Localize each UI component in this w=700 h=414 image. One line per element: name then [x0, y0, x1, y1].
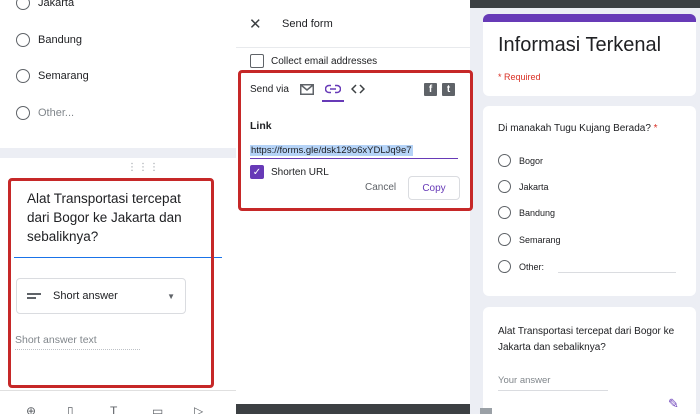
radio-icon: [16, 106, 30, 120]
required-note: * Required: [498, 72, 541, 82]
option-item[interactable]: Jakarta: [16, 0, 74, 10]
question-text: Di manakah Tugu Kujang Berada?: [498, 123, 651, 134]
radio-icon: [498, 180, 511, 193]
radio-option[interactable]: Semarang: [498, 233, 561, 246]
send-form-dialog: ✕ Send form Collect email addresses Send…: [236, 0, 473, 404]
radio-option-label: Jakarta: [519, 181, 549, 192]
answer-input[interactable]: Your answer: [498, 375, 608, 391]
highlight-box: [8, 178, 214, 388]
dark-bottom-bar: [236, 404, 470, 414]
collect-email-label: Collect email addresses: [271, 55, 378, 67]
radio-icon: [16, 69, 30, 83]
radio-option[interactable]: Bogor: [498, 154, 543, 167]
option-item[interactable]: Bandung: [16, 33, 82, 47]
dialog-header: ✕ Send form: [236, 0, 470, 48]
radio-option-label: Other:: [519, 261, 545, 272]
highlight-box: [238, 70, 473, 211]
other-text-input[interactable]: [558, 272, 676, 273]
card-divider: [0, 148, 236, 158]
drag-handle-icon[interactable]: ⋮⋮⋮: [127, 163, 160, 173]
option-item-other[interactable]: Other...: [16, 106, 74, 120]
scroll-indicator: [480, 408, 492, 414]
form-title-card: Informasi Terkenal * Required: [483, 14, 696, 96]
preview-top-bar: [470, 0, 700, 8]
radio-icon: [498, 154, 511, 167]
question-card-1: Di manakah Tugu Kujang Berada? * Bogor J…: [483, 106, 696, 296]
import-questions-icon[interactable]: ▯: [67, 404, 74, 414]
radio-icon: [498, 233, 511, 246]
form-editor-panel: Jakarta Bandung Semarang Other... ⋮⋮⋮ Al…: [0, 0, 236, 414]
form-title: Informasi Terkenal: [498, 34, 662, 56]
video-icon[interactable]: ▷: [194, 404, 203, 414]
radio-icon: [16, 33, 30, 47]
radio-option-label: Bogor: [519, 155, 544, 166]
radio-option-other[interactable]: Other:: [498, 260, 544, 273]
title-text-icon[interactable]: T: [110, 404, 117, 414]
required-star: *: [653, 123, 658, 134]
question-title: Di manakah Tugu Kujang Berada? *: [498, 123, 658, 134]
question-card-2: Alat Transportasi tercepat dari Bogor ke…: [483, 307, 696, 414]
dialog-title: Send form: [282, 18, 333, 30]
collect-email-checkbox[interactable]: Collect email addresses: [250, 54, 377, 68]
radio-option[interactable]: Bandung: [498, 206, 555, 219]
option-label: Bandung: [38, 34, 83, 46]
checkbox-icon: [250, 54, 264, 68]
option-label: Jakarta: [38, 0, 75, 9]
close-icon[interactable]: ✕: [249, 15, 262, 33]
add-question-icon[interactable]: ⊕: [26, 404, 36, 414]
question-title: Alat Transportasi tercepat dari Bogor ke…: [498, 326, 675, 353]
radio-option-label: Bandung: [519, 207, 556, 218]
option-label: Semarang: [38, 70, 89, 82]
radio-option[interactable]: Jakarta: [498, 180, 549, 193]
option-item[interactable]: Semarang: [16, 69, 89, 83]
radio-icon: [498, 206, 511, 219]
radio-option-label: Semarang: [519, 234, 561, 245]
radio-icon: [498, 260, 511, 273]
radio-icon: [16, 0, 30, 10]
option-label: Other...: [38, 107, 75, 119]
image-icon[interactable]: ▭: [152, 404, 163, 414]
edit-icon[interactable]: ✎: [668, 396, 679, 412]
